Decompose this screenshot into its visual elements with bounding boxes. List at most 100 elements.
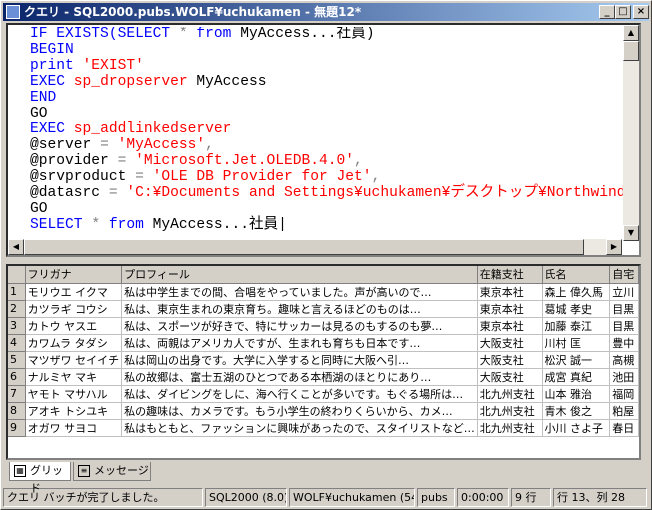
row-number[interactable]: 6 — [8, 368, 26, 386]
table-cell[interactable]: 池田 — [609, 368, 639, 386]
code-token: @server — [30, 137, 101, 154]
table-cell[interactable]: 私はもともと、ファッションに興味があったので、スタイリストなど… — [121, 419, 478, 437]
row-number[interactable]: 7 — [8, 385, 26, 403]
table-cell[interactable]: 私は、スポーツが好きで、特にサッカーは見るのもするのも夢… — [121, 317, 478, 335]
table-cell[interactable]: 豊中 — [609, 334, 639, 352]
table-cell[interactable]: 松沢 誠一 — [542, 351, 611, 369]
table-cell[interactable]: 私は、ダイビングをしに、海へ行くことが多いです。もぐる場所は… — [121, 385, 478, 403]
scroll-right-icon[interactable]: ▶ — [606, 239, 622, 255]
table-cell[interactable]: 北九州支社 — [477, 402, 543, 420]
table-cell[interactable]: 森上 偉久馬 — [542, 283, 611, 301]
table-row[interactable]: 9 オガワ サヨコ 私はもともと、ファッションに興味があったので、スタイリストなど…… — [8, 419, 639, 437]
pane-splitter[interactable] — [6, 258, 641, 263]
code-token: MyAccess...社員| — [152, 216, 287, 233]
table-cell[interactable]: 加藤 泰江 — [542, 317, 611, 335]
table-cell[interactable]: カツラギ コウシ — [25, 300, 123, 318]
row-number[interactable]: 8 — [8, 402, 26, 420]
table-cell[interactable]: 福岡 — [609, 385, 639, 403]
scroll-up-icon[interactable]: ▲ — [623, 25, 639, 41]
table-cell[interactable]: 北九州支社 — [477, 419, 543, 437]
window-title: クエリ - SQL2000.pubs.WOLF¥uchukamen - 無題12… — [24, 5, 362, 19]
table-cell[interactable]: 立川 — [609, 283, 639, 301]
scroll-left-icon[interactable]: ◀ — [8, 239, 24, 255]
sql-code[interactable]: IF EXISTS(SELECT * from MyAccess...社員) BE… — [30, 27, 624, 243]
table-cell[interactable]: 大阪支社 — [477, 351, 543, 369]
table-row[interactable]: 8 アオキ トシユキ 私の趣味は、カメラです。もう小学生の終わりくらいから、カメ… 北… — [8, 402, 639, 420]
row-number[interactable]: 9 — [8, 419, 26, 437]
table-cell[interactable]: モリウエ イクマ — [25, 283, 123, 301]
table-cell[interactable]: 目黒 — [609, 317, 639, 335]
row-number[interactable]: 1 — [8, 283, 26, 301]
table-cell[interactable]: 成宮 真紀 — [542, 368, 611, 386]
table-cell[interactable]: 私は、東京生まれの東京育ち。趣味と言えるほどのものは… — [121, 300, 478, 318]
code-token: @provider — [30, 153, 118, 170]
table-row[interactable]: 3 カトウ ヤスエ 私は、スポーツが好きで、特にサッカーは見るのもするのも夢… 東京本… — [8, 317, 639, 335]
table-cell[interactable]: ヤモト マサハル — [25, 385, 123, 403]
status-row-count: 9 行 — [511, 488, 551, 507]
close-button[interactable]: × — [633, 5, 649, 19]
table-cell[interactable]: オガワ サヨコ — [25, 419, 123, 437]
table-cell[interactable]: 私の趣味は、カメラです。もう小学生の終わりくらいから、カメ… — [121, 402, 478, 420]
table-cell[interactable]: 川村 匡 — [542, 334, 611, 352]
code-line: GO — [30, 201, 624, 218]
column-header-name[interactable]: 氏名 — [542, 266, 611, 284]
vertical-scroll-thumb[interactable] — [623, 41, 639, 61]
table-row[interactable]: 4 カワムラ タダシ 私は、両親はアメリカ人ですが、生まれも育ちも日本です… 大阪支社… — [8, 334, 639, 352]
code-token: = — [108, 185, 127, 202]
title-bar[interactable]: クエリ - SQL2000.pubs.WOLF¥uchukamen - 無題12… — [3, 3, 649, 21]
table-row[interactable]: 1 モリウエ イクマ 私は中学生までの間、合唱をやっていました。声が高いので… 東京本… — [8, 283, 639, 301]
table-cell[interactable]: 高槻 — [609, 351, 639, 369]
table-cell[interactable]: 青木 俊之 — [542, 402, 611, 420]
table-cell[interactable]: 北九州支社 — [477, 385, 543, 403]
code-token: EXEC — [30, 73, 74, 90]
table-cell[interactable]: 東京本社 — [477, 300, 543, 318]
table-cell[interactable]: 私は岡山の出身です。大学に入学すると同時に大阪へ引… — [121, 351, 478, 369]
table-row[interactable]: 5 マツザワ セイイチ 私は岡山の出身です。大学に入学すると同時に大阪へ引… 大阪支社… — [8, 351, 639, 369]
row-number[interactable]: 3 — [8, 317, 26, 335]
row-number[interactable]: 5 — [8, 351, 26, 369]
corner-header[interactable] — [8, 266, 26, 284]
table-cell[interactable]: カワムラ タダシ — [25, 334, 123, 352]
table-cell[interactable]: 大阪支社 — [477, 368, 543, 386]
horizontal-scroll-thumb[interactable] — [24, 239, 584, 255]
table-cell[interactable]: 私の故郷は、富士五湖のひとつである本栖湖のほとりにあり… — [121, 368, 478, 386]
table-cell[interactable]: ナルミヤ マキ — [25, 368, 123, 386]
sql-editor[interactable]: IF EXISTS(SELECT * from MyAccess...社員) BE… — [6, 23, 641, 257]
table-row[interactable]: 6 ナルミヤ マキ 私の故郷は、富士五湖のひとつである本栖湖のほとりにあり… 大阪支社… — [8, 368, 639, 386]
table-cell[interactable]: 東京本社 — [477, 283, 543, 301]
code-line: @srvproduct = 'OLE DB Provider for Jet', — [30, 169, 624, 186]
editor-horizontal-scrollbar[interactable]: ◀ ▶ — [8, 239, 622, 255]
table-cell[interactable]: 私は中学生までの間、合唱をやっていました。声が高いので… — [121, 283, 478, 301]
table-cell[interactable]: 目黒 — [609, 300, 639, 318]
column-header-furigana[interactable]: フリガナ — [25, 266, 123, 284]
table-cell[interactable]: 小川 さよ子 — [542, 419, 611, 437]
table-cell[interactable]: 大阪支社 — [477, 334, 543, 352]
table-row[interactable]: 7 ヤモト マサハル 私は、ダイビングをしに、海へ行くことが多いです。もぐる場所は…… — [8, 385, 639, 403]
minimize-button[interactable]: _ — [599, 5, 615, 19]
table-row[interactable]: 2 カツラギ コウシ 私は、東京生まれの東京育ち。趣味と言えるほどのものは… 東京本社… — [8, 300, 639, 318]
table-cell[interactable]: 東京本社 — [477, 317, 543, 335]
tab-grid[interactable]: ▦ グリッド — [9, 462, 71, 495]
table-cell[interactable]: 葛城 孝史 — [542, 300, 611, 318]
code-token: EXEC — [30, 121, 74, 138]
column-header-profile[interactable]: プロフィール — [121, 266, 478, 284]
status-server: SQL2000 (8.0) — [205, 488, 287, 507]
column-header-branch[interactable]: 在籍支社 — [477, 266, 543, 284]
table-cell[interactable]: カトウ ヤスエ — [25, 317, 123, 335]
table-cell[interactable]: マツザワ セイイチ — [25, 351, 123, 369]
code-token: = — [135, 169, 153, 186]
results-grid[interactable]: フリガナ プロフィール 在籍支社 氏名 自宅 1 モリウエ イクマ 私は中学生までの… — [6, 264, 641, 460]
tab-messages[interactable]: ≡ メッセージ — [73, 462, 151, 481]
table-cell[interactable]: 粕屋 — [609, 402, 639, 420]
column-header-home[interactable]: 自宅 — [609, 266, 639, 284]
row-number[interactable]: 2 — [8, 300, 26, 318]
code-token: GO — [30, 105, 48, 122]
editor-vertical-scrollbar[interactable]: ▲ ▼ — [623, 25, 639, 241]
table-cell[interactable]: 私は、両親はアメリカ人ですが、生まれも育ちも日本です… — [121, 334, 478, 352]
table-cell[interactable]: アオキ トシユキ — [25, 402, 123, 420]
maximize-button[interactable]: □ — [615, 5, 631, 19]
scroll-down-icon[interactable]: ▼ — [623, 225, 639, 241]
table-cell[interactable]: 春日 — [609, 419, 639, 437]
table-cell[interactable]: 山本 雅治 — [542, 385, 611, 403]
row-number[interactable]: 4 — [8, 334, 26, 352]
